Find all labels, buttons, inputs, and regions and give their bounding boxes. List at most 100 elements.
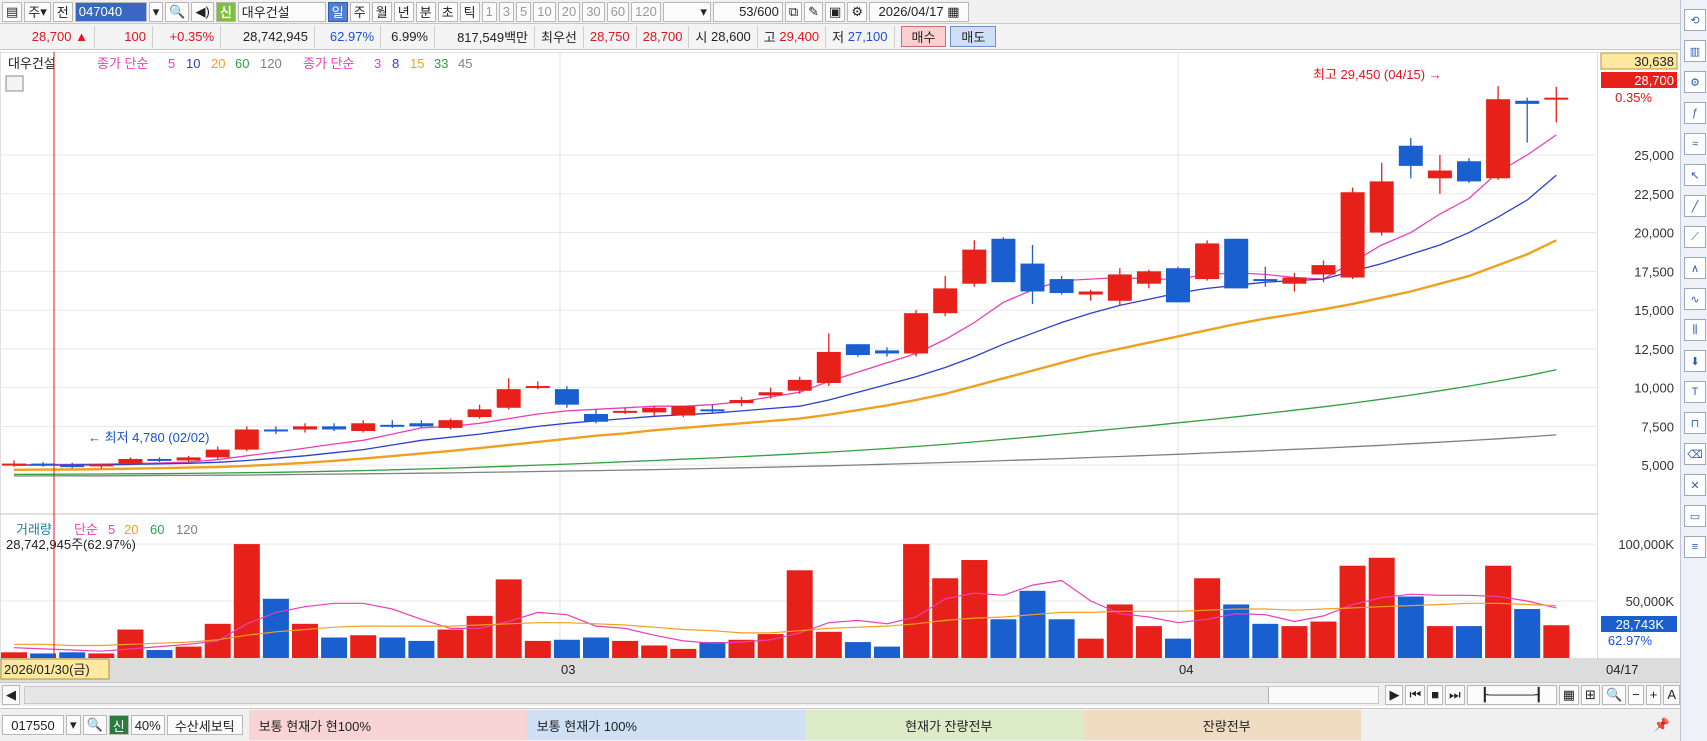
candle-body (729, 400, 754, 404)
pin-icon[interactable]: 📌 (1654, 717, 1670, 733)
settings-icon[interactable]: ⚙ (1684, 71, 1706, 93)
order-pane-2[interactable]: 보통 현재가 100% (526, 710, 805, 740)
scroll-left-button[interactable]: ◀ (2, 684, 20, 705)
period-second-button[interactable]: 초 (437, 1, 458, 22)
go-start-button[interactable]: ⏮ (1405, 684, 1426, 705)
candle-body (1253, 279, 1278, 282)
volume-bar (612, 640, 639, 658)
settings-gear-icon[interactable]: ⚙ (847, 1, 867, 22)
screen-menu-icon[interactable]: ▤ (2, 1, 23, 22)
candle-body (933, 288, 958, 314)
legend-stock-name[interactable]: 대우건설 (8, 56, 56, 71)
prev-button[interactable]: 전 (52, 1, 73, 22)
candle-icon[interactable]: ⫼ (1684, 319, 1706, 341)
candle-body (1078, 291, 1103, 295)
stock-code-input[interactable]: 047040 (74, 1, 147, 22)
period-month-button[interactable]: 월 (371, 1, 392, 22)
interval-120-button[interactable]: 120 (631, 1, 661, 22)
count-field[interactable]: 53/600 (712, 1, 783, 22)
save-icon[interactable]: ▣ (825, 1, 846, 22)
interval-20-button[interactable]: 20 (557, 1, 581, 22)
zoom-slider[interactable]: ┠─────┨ (1466, 684, 1557, 705)
compare-icon[interactable]: ≈ (1684, 133, 1706, 155)
buy-button[interactable]: 매수 (900, 26, 947, 47)
legend-ma2-label[interactable]: 종가 단순 (303, 56, 354, 71)
zoom-in-icon[interactable]: 🔍 (1601, 684, 1627, 705)
minus-icon[interactable]: − (1628, 684, 1644, 705)
chart-type-icon[interactable]: ⧉ (784, 1, 803, 22)
high-annotation: 최고 29,450 (04/15) → (1313, 67, 1442, 82)
wave-icon[interactable]: ∿ (1684, 288, 1706, 310)
period-tool-icon[interactable]: ▭ (1684, 505, 1706, 527)
open-label: 시 (695, 30, 708, 45)
list-tool-icon[interactable]: ≡ (1684, 536, 1706, 558)
volume-bar (903, 544, 930, 658)
order-pane-4[interactable]: 잔량전부 (1082, 710, 1361, 740)
date-axis-area (0, 658, 1680, 682)
current-volume-pct: 62.97% (1608, 633, 1653, 648)
scroll-track[interactable] (24, 685, 1380, 704)
price-chart[interactable]: 5,000 7,500 10,000 12,500 15,000 17,500 20,000… (0, 51, 1680, 682)
price-tick-label: 12,500 (1634, 342, 1674, 357)
interval-5-button[interactable]: 5 (516, 1, 532, 22)
interval-30-button[interactable]: 30 (582, 1, 605, 22)
date-field[interactable]: 2026/04/17 ▦ (869, 1, 969, 22)
indicator-icon[interactable]: ▥ (1684, 40, 1706, 62)
volume-bar (524, 640, 551, 658)
code-dropdown-icon[interactable]: ▾ (148, 1, 164, 22)
cursor-icon[interactable]: ↖ (1684, 164, 1706, 186)
go-end-button[interactable]: ⏭ (1445, 684, 1465, 705)
interval-60-button[interactable]: 60 (606, 1, 630, 22)
interval-3-button[interactable]: 3 (498, 1, 515, 22)
layout-icon[interactable]: ▦ (1558, 684, 1580, 705)
sound-icon[interactable]: ◀) (191, 1, 214, 22)
custom-interval-select[interactable]: ▾ (662, 1, 711, 22)
text-tool-icon[interactable]: T (1684, 381, 1706, 403)
scroll-right-button[interactable]: ▶ (1385, 684, 1404, 705)
box-tool-icon[interactable]: ⊓ (1684, 412, 1706, 434)
order-pane-1[interactable]: 보통 현재가 현100% (248, 710, 527, 740)
stop-button[interactable]: ■ (1427, 684, 1444, 705)
volume-bar (1165, 638, 1191, 658)
scroll-thumb[interactable] (1268, 686, 1379, 703)
search-icon[interactable]: 🔍 (165, 1, 190, 22)
bottom-search-icon[interactable]: 🔍 (82, 715, 107, 735)
ray-icon[interactable]: ⟋ (1684, 226, 1706, 248)
font-icon[interactable]: A (1663, 684, 1680, 705)
auto-line-icon[interactable]: ∧ (1684, 257, 1706, 279)
chart-area[interactable]: 5,000 7,500 10,000 12,500 15,000 17,500 20,000… (0, 51, 1680, 682)
market-select[interactable]: 주 ▾ (24, 1, 51, 22)
interval-10-button[interactable]: 10 (533, 1, 556, 22)
bottom-code-input[interactable]: 017550 (2, 715, 64, 735)
legend-volume-label[interactable]: 거래량 (16, 522, 52, 537)
split-icon[interactable]: ⊞ (1581, 684, 1600, 705)
legend-ma1-5: 5 (168, 56, 175, 71)
drawing-tool-icon[interactable]: ✎ (804, 1, 824, 22)
stock-name-field[interactable]: 대우건설 (237, 1, 326, 22)
legend-ma1-10: 10 (186, 56, 200, 71)
bottom-code-dropdown-icon[interactable]: ▾ (66, 715, 81, 735)
formula-icon[interactable]: ƒ (1684, 102, 1706, 124)
period-week-button[interactable]: 주 (349, 1, 370, 22)
legend-ma1-label[interactable]: 종가 단순 (97, 56, 148, 71)
delete-all-icon[interactable]: ✕ (1684, 474, 1706, 496)
period-minute-button[interactable]: 분 (415, 1, 436, 22)
sell-button[interactable]: 매도 (950, 26, 997, 47)
table-view-icon[interactable] (5, 75, 24, 92)
plus-icon[interactable]: + (1645, 684, 1662, 705)
period-year-button[interactable]: 년 (393, 1, 414, 22)
y-axis-area (1598, 52, 1680, 682)
bottom-new-badge: 신 (108, 715, 129, 735)
candle-body (1166, 268, 1190, 303)
interval-1-button[interactable]: 1 (481, 1, 497, 22)
erase-tool-icon[interactable]: ⌫ (1684, 443, 1706, 465)
period-tick-button[interactable]: 틱 (459, 1, 480, 22)
high-price: 고 29,400 (758, 25, 827, 48)
arrow-tool-icon[interactable]: ⬇ (1684, 350, 1706, 372)
chart-tool-icon[interactable]: ⟲ (1684, 9, 1706, 31)
bottom-stock-name[interactable]: 수산세보틱 (166, 715, 243, 735)
trendline-icon[interactable]: ╱ (1684, 195, 1706, 217)
period-day-button[interactable]: 일 (327, 1, 348, 22)
order-pane-3[interactable]: 현재가 잔량전부 (804, 710, 1083, 740)
candle-body (467, 409, 492, 418)
